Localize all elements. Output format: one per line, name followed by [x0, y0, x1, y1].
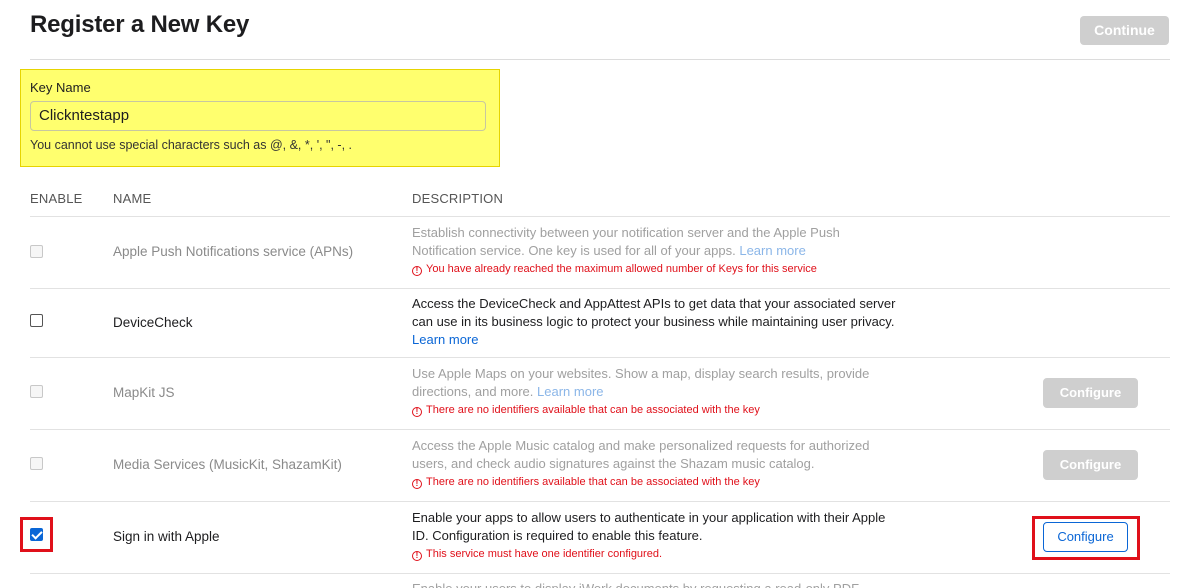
continue-button[interactable]: Continue [1080, 16, 1169, 45]
service-description: Use Apple Maps on your websites. Show a … [412, 366, 870, 399]
configure-button[interactable]: Configure [1043, 450, 1138, 480]
service-description: Establish connectivity between your noti… [412, 225, 840, 258]
warning-icon: ! [412, 407, 422, 417]
service-row-media-services: Media Services (MusicKit, ShazamKit) Acc… [30, 430, 1170, 502]
service-row-apns: Apple Push Notifications service (APNs) … [30, 217, 1170, 289]
service-warning: ! There are no identifiers available that… [412, 476, 760, 489]
service-name: Sign in with Apple [113, 529, 220, 544]
mapkit-js-checkbox[interactable] [30, 385, 43, 398]
service-row-sign-in-with-apple: Sign in with Apple Enable your apps to a… [20, 502, 1170, 574]
service-description: Access the DeviceCheck and AppAttest API… [412, 296, 896, 347]
service-name: DeviceCheck [113, 315, 193, 330]
column-header-enable: ENABLE [30, 191, 83, 206]
service-row-devicecheck: DeviceCheck Access the DeviceCheck and A… [30, 289, 1170, 358]
service-warning: ! There are no identifiers available that… [412, 404, 760, 417]
service-warning: ! This service must have one identifier c… [412, 548, 662, 561]
media-services-checkbox[interactable] [30, 457, 43, 470]
service-name: MapKit JS [113, 385, 175, 400]
service-name: Apple Push Notifications service (APNs) [113, 244, 354, 259]
page-title: Register a New Key [30, 11, 250, 38]
service-description: Access the Apple Music catalog and make … [412, 438, 870, 471]
service-row-mapkit-js: MapKit JS Use Apple Maps on your website… [30, 358, 1170, 430]
sign-in-with-apple-checkbox[interactable] [30, 528, 43, 541]
devicecheck-checkbox[interactable] [30, 314, 43, 327]
learn-more-link[interactable]: Learn more [537, 384, 603, 399]
column-header-name: NAME [113, 191, 152, 206]
warning-icon: ! [412, 266, 422, 276]
key-name-hint: You cannot use special characters such a… [30, 138, 352, 152]
column-header-description: DESCRIPTION [412, 191, 504, 206]
key-name-label: Key Name [30, 80, 91, 95]
apns-checkbox[interactable] [30, 245, 43, 258]
configure-button[interactable]: Configure [1043, 378, 1138, 408]
learn-more-link[interactable]: Learn more [739, 243, 805, 258]
warning-icon: ! [412, 551, 422, 561]
service-description-partial: Enable your users to display iWork docum… [412, 580, 902, 588]
service-description: Enable your apps to allow users to authe… [412, 510, 886, 543]
warning-icon: ! [412, 479, 422, 489]
service-name: Media Services (MusicKit, ShazamKit) [113, 457, 342, 472]
key-name-section: Key Name Clickntestapp You cannot use sp… [20, 69, 500, 167]
key-name-input[interactable]: Clickntestapp [30, 101, 486, 131]
service-warning: ! You have already reached the maximum al… [412, 263, 817, 276]
configure-button[interactable]: Configure [1043, 522, 1128, 552]
header-divider [30, 59, 1170, 60]
learn-more-link[interactable]: Learn more [412, 332, 478, 347]
